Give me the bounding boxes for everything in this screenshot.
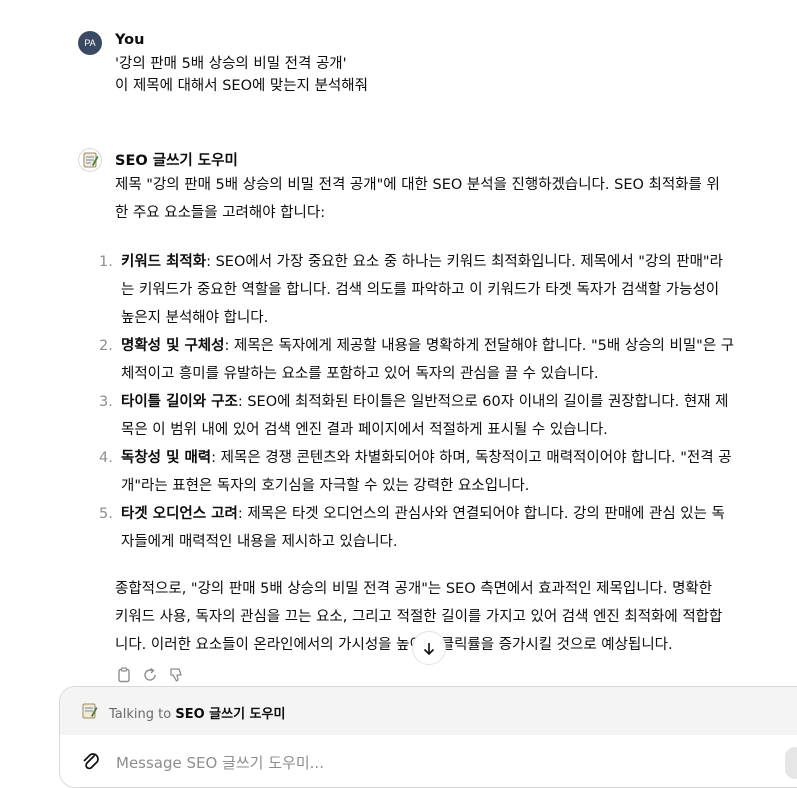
item-title: 명확성 및 구체성: [121, 338, 225, 354]
message-input[interactable]: Message SEO 글쓰기 도우미...: [116, 752, 324, 773]
list-item: 3. 타이틀 길이와 구조: SEO에 최적화된 타이틀은 일반적으로 60자 이…: [99, 394, 729, 438]
thumbs-down-icon[interactable]: [167, 666, 185, 684]
arrow-down-icon: [423, 642, 435, 655]
item-title: 타이틀 길이와 구조: [121, 394, 238, 410]
regenerate-icon[interactable]: [141, 666, 159, 684]
item-title: 타겟 오디언스 고려: [121, 506, 238, 522]
item-title: 독창성 및 매력: [121, 450, 212, 466]
response-intro: 제목 "강의 판매 5배 상승의 비밀 전격 공개"에 대한 SEO 분석을 진…: [115, 177, 720, 221]
item-body: : 제목은 경쟁 콘텐츠와 차별화되어야 하며, 독창적이고 매력적이어야 합니…: [121, 450, 732, 494]
message-actions: [115, 666, 185, 684]
list-item: 5. 타겟 오디언스 고려: 제목은 타겟 오디언스의 관심사와 연결되어야 합니…: [99, 506, 725, 550]
user-message-line-1: '강의 판매 5배 상승의 비밀 전격 공개': [115, 56, 347, 72]
analysis-list: 1. 키워드 최적화: SEO에서 가장 중요한 요소 중 하나는 키워드 최적화…: [95, 248, 735, 556]
gpt-mini-avatar: [78, 700, 100, 722]
talking-to-label: Talking to SEO 글쓰기 도우미: [109, 707, 286, 722]
user-message-line-2: 이 제목에 대해서 SEO에 맞는지 분석해줘: [115, 78, 368, 94]
item-body: : SEO에서 가장 중요한 요소 중 하나는 키워드 최적화입니다. 제목에서…: [121, 254, 723, 326]
gpt-name: SEO 글쓰기 도우미: [115, 153, 238, 169]
user-avatar: PA: [78, 31, 102, 55]
paperclip-icon[interactable]: [80, 750, 102, 774]
list-item: 4. 독창성 및 매력: 제목은 경쟁 콘텐츠와 차별화되어야 하며, 독창적이고…: [99, 450, 732, 494]
notepad-icon: [83, 152, 99, 168]
item-title: 키워드 최적화: [121, 254, 207, 270]
notepad-icon: [82, 703, 98, 719]
user-message: '강의 판매 5배 상승의 비밀 전격 공개' 이 제목에 대해서 SEO에 맞…: [115, 53, 368, 97]
user-name: You: [115, 32, 145, 48]
list-item: 2. 명확성 및 구체성: 제목은 독자에게 제공할 내용을 명확하게 전달해야 …: [99, 338, 735, 382]
list-item: 1. 키워드 최적화: SEO에서 가장 중요한 요소 중 하나는 키워드 최적화…: [99, 254, 723, 326]
send-button[interactable]: [785, 747, 797, 779]
gpt-avatar: [78, 148, 102, 172]
message-composer: Talking to SEO 글쓰기 도우미 Message SEO 글쓰기 도…: [59, 686, 797, 788]
input-row: Message SEO 글쓰기 도우미...: [60, 735, 797, 787]
scroll-down-button[interactable]: [412, 631, 446, 665]
clipboard-icon[interactable]: [115, 666, 133, 684]
talking-to-gpt-name: SEO 글쓰기 도우미: [175, 707, 286, 722]
talking-to-banner: Talking to SEO 글쓰기 도우미: [60, 687, 797, 735]
